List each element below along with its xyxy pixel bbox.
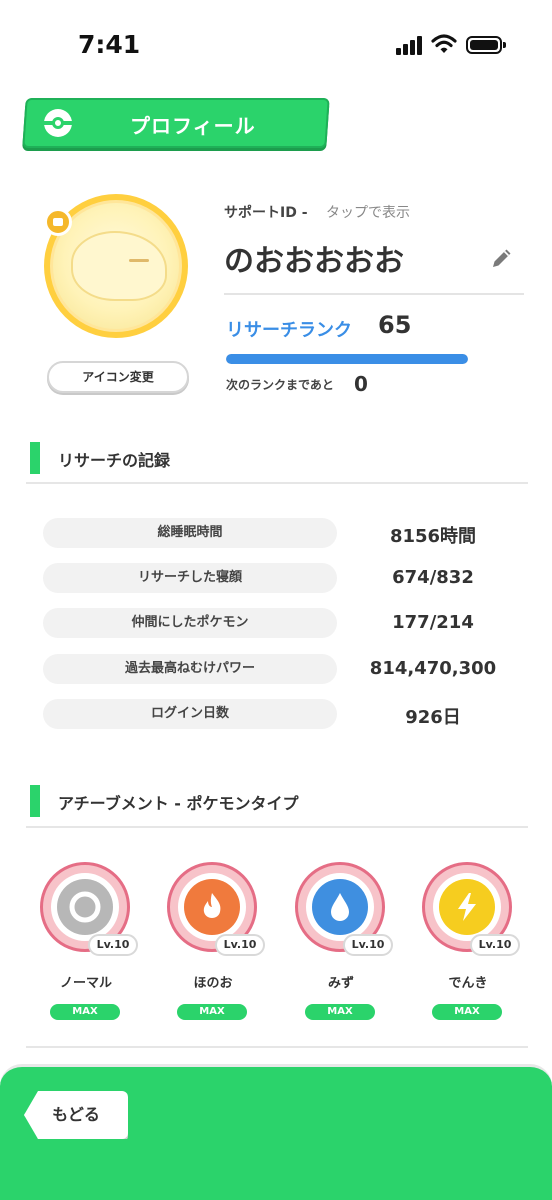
rank-progress-bar [226,354,468,364]
record-label: 過去最高ねむけパワー [43,654,337,684]
records-section-title: リサーチの記録 [58,451,171,470]
research-rank-label: リサーチランク [226,320,352,341]
wifi-icon [431,34,457,53]
support-id-reveal-link[interactable]: タップで表示 [326,202,410,222]
section-marker [30,785,40,817]
battery-icon [466,36,506,54]
achievement-max-badge: MAX [432,1004,502,1020]
status-time: 7:41 [78,30,141,59]
record-value: 177/214 [392,612,474,633]
electric-type-icon [439,879,495,935]
page-title: プロフィール [130,114,256,138]
next-rank-value: 0 [354,372,368,396]
icon-change-button[interactable]: アイコン変更 [47,361,189,393]
record-value: 8156時間 [389,526,477,547]
sleeping-pokemon-icon [71,231,167,301]
achievement-fire[interactable]: Lv.10 ほのお MAX [167,862,267,1032]
achievement-level: Lv.10 [215,934,265,956]
record-value: 814,470,300 [369,658,497,679]
avatar-badge-icon [44,208,72,236]
record-label: 仲間にしたポケモン [43,608,337,638]
normal-type-icon [57,879,113,935]
support-id-label: サポートID - [224,205,308,221]
achievement-level: Lv.10 [88,934,138,956]
next-rank-label: 次のランクまであと [226,378,334,392]
record-value: 926日 [405,707,461,728]
back-button[interactable]: もどる [24,1091,128,1139]
achievement-name: ほのお [193,976,233,991]
achievement-level: Lv.10 [470,934,520,956]
achievement-max-badge: MAX [177,1004,247,1020]
record-label: 総睡眠時間 [43,518,337,548]
section-marker [30,442,40,474]
achievement-name: でんき [448,976,488,991]
divider [224,293,524,295]
record-label: リサーチした寝顔 [43,563,337,593]
record-label: ログイン日数 [43,699,337,729]
achievement-electric[interactable]: Lv.10 でんき MAX [422,862,522,1032]
achievement-normal[interactable]: Lv.10 ノーマル MAX [40,862,140,1032]
record-value: 674/832 [392,567,474,588]
fire-type-icon [184,879,240,935]
divider [26,1046,528,1048]
achievements-section-title: アチーブメント - ポケモンタイプ [58,794,299,813]
signal-icon [396,35,424,55]
achievement-max-badge: MAX [305,1004,375,1020]
research-rank-value: 65 [378,311,412,339]
username: のおおおおお [224,244,404,279]
divider [26,482,528,484]
water-type-icon [312,879,368,935]
achievement-level: Lv.10 [343,934,393,956]
pencil-edit-icon[interactable] [490,246,514,270]
status-bar: 7:41 [0,0,552,90]
achievement-name: ノーマル [59,976,112,991]
achievement-name: みず [327,976,354,991]
rank-progress-fill [226,354,468,364]
divider [26,826,528,828]
pokeball-icon [44,109,72,137]
achievement-max-badge: MAX [50,1004,120,1020]
achievement-water[interactable]: Lv.10 みず MAX [295,862,395,1032]
